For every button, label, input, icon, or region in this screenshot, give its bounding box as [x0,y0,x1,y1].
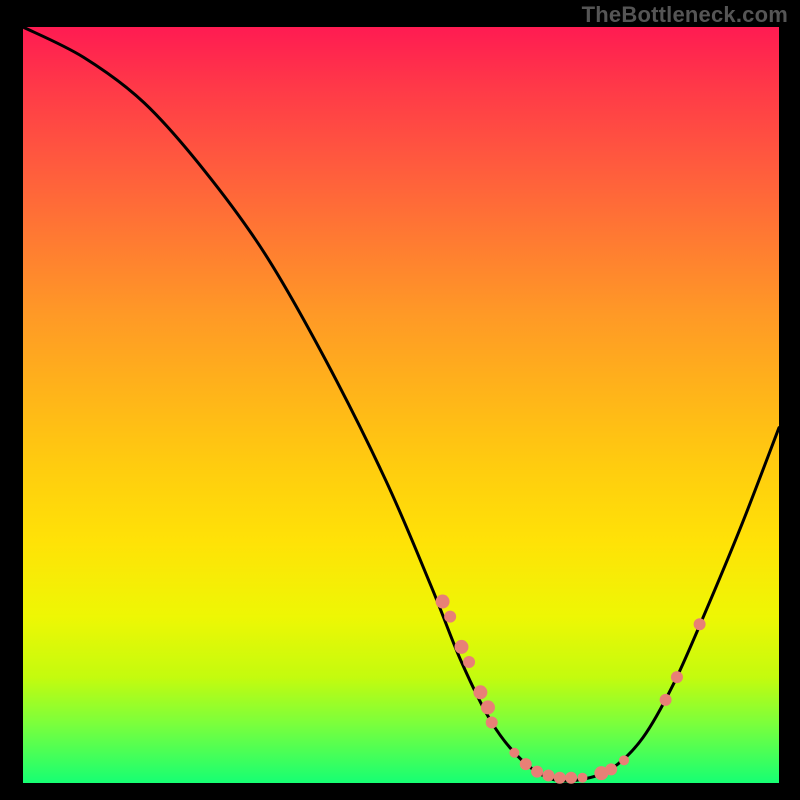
scatter-dot [577,773,587,783]
scatter-dot [509,748,519,758]
scatter-dot [463,656,475,668]
scatter-dot [671,671,683,683]
scatter-dot [660,694,672,706]
scatter-dots [436,595,706,784]
scatter-dot [531,766,543,778]
scatter-dot [619,755,629,765]
scatter-dot [444,611,456,623]
scatter-dot [605,763,617,775]
attribution-label: TheBottleneck.com [582,2,788,28]
curve-svg [23,27,779,783]
scatter-dot [436,595,450,609]
scatter-dot [454,640,468,654]
bottleneck-curve-plot [23,27,779,783]
scatter-dot [694,618,706,630]
scatter-dot [542,769,554,781]
scatter-dot [554,772,566,784]
scatter-dot [520,758,532,770]
scatter-dot [565,772,577,784]
scatter-dot [481,700,495,714]
bottleneck-curve [23,27,779,781]
scatter-dot [473,685,487,699]
scatter-dot [486,717,498,729]
